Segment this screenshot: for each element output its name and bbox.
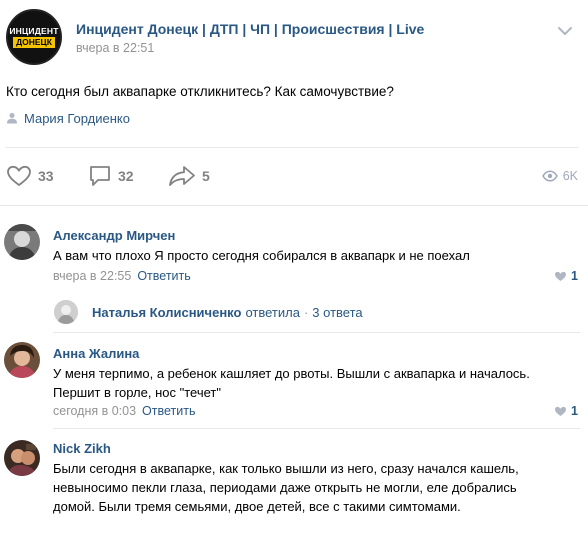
group-avatar-line2: ДОНЕЦК xyxy=(13,37,55,48)
views-counter: 6K xyxy=(541,160,578,192)
avatar[interactable] xyxy=(4,224,40,260)
group-avatar-line1: ИНЦИДЕНТ xyxy=(9,26,59,36)
dot-separator: · xyxy=(303,304,309,320)
divider xyxy=(53,332,580,333)
comment-like-button[interactable]: 1 xyxy=(554,269,578,283)
comment-time[interactable]: сегодня в 0:03 xyxy=(53,404,136,418)
heart-icon xyxy=(555,271,567,281)
comment-count: 32 xyxy=(118,168,134,184)
comment-author[interactable]: Анна Жалина xyxy=(53,346,139,361)
divider xyxy=(53,428,580,429)
comment-author[interactable]: Александр Мирчен xyxy=(53,228,175,243)
comment-button[interactable]: 32 xyxy=(88,160,134,192)
user-icon xyxy=(7,113,17,124)
comment-like-button[interactable]: 1 xyxy=(554,404,578,418)
reply-button[interactable]: Ответить xyxy=(137,269,190,283)
replies-preview[interactable]: Наталья Колисниченко ответила · 3 ответа xyxy=(54,300,363,324)
comment-meta: сегодня в 0:03 Ответить xyxy=(53,404,195,418)
reply-action: ответила xyxy=(245,304,300,320)
replies-count-link[interactable]: 3 ответа xyxy=(312,305,362,320)
post-header: ИНЦИДЕНТ ДОНЕЦК Инцидент Донецк | ДТП | … xyxy=(0,0,588,70)
divider xyxy=(6,147,578,148)
avatar-photo xyxy=(4,342,40,378)
comment-like-count: 1 xyxy=(571,404,578,418)
comment-text: А вам что плохо Я просто сегодня собирал… xyxy=(53,248,470,263)
like-count: 33 xyxy=(38,168,54,184)
divider xyxy=(0,205,588,206)
eye-icon xyxy=(541,170,558,182)
like-button[interactable]: 33 xyxy=(6,160,54,192)
share-count: 5 xyxy=(202,168,210,184)
comment-text: Были сегодня в аквапарке, как только выш… xyxy=(53,461,519,514)
heart-icon xyxy=(555,406,567,416)
avatar[interactable] xyxy=(4,342,40,378)
comment-text: У меня терпимо, а ребенок кашляет до рво… xyxy=(53,366,530,400)
avatar[interactable] xyxy=(54,300,78,324)
post-author-name[interactable]: Мария Гордиенко xyxy=(24,111,130,126)
comment-author[interactable]: Nick Zikh xyxy=(53,441,111,456)
group-name-link[interactable]: Инцидент Донецк | ДТП | ЧП | Происшестви… xyxy=(76,21,424,37)
post-time[interactable]: вчера в 22:51 xyxy=(76,41,154,55)
reply-author[interactable]: Наталья Колисниченко xyxy=(92,305,241,320)
share-icon xyxy=(169,166,195,186)
heart-icon xyxy=(7,165,31,186)
comment-meta: вчера в 22:55 Ответить xyxy=(53,269,191,283)
avatar[interactable] xyxy=(4,440,40,476)
avatar-photo xyxy=(54,300,78,324)
share-button[interactable]: 5 xyxy=(168,160,210,192)
comment-icon xyxy=(90,166,110,186)
comment-time[interactable]: вчера в 22:55 xyxy=(53,269,131,283)
post-actions: 33 32 5 6K xyxy=(0,160,588,192)
chevron-down-icon[interactable] xyxy=(557,26,573,36)
group-avatar[interactable]: ИНЦИДЕНТ ДОНЕЦК xyxy=(6,9,62,65)
avatar-photo xyxy=(4,440,40,476)
reply-button[interactable]: Ответить xyxy=(142,404,195,418)
post-text: Кто сегодня был аквапарке откликнитесь? … xyxy=(6,84,394,99)
views-count: 6K xyxy=(562,169,578,183)
post-author[interactable]: Мария Гордиенко xyxy=(6,109,130,127)
comment-like-count: 1 xyxy=(571,269,578,283)
avatar-photo xyxy=(4,224,40,260)
